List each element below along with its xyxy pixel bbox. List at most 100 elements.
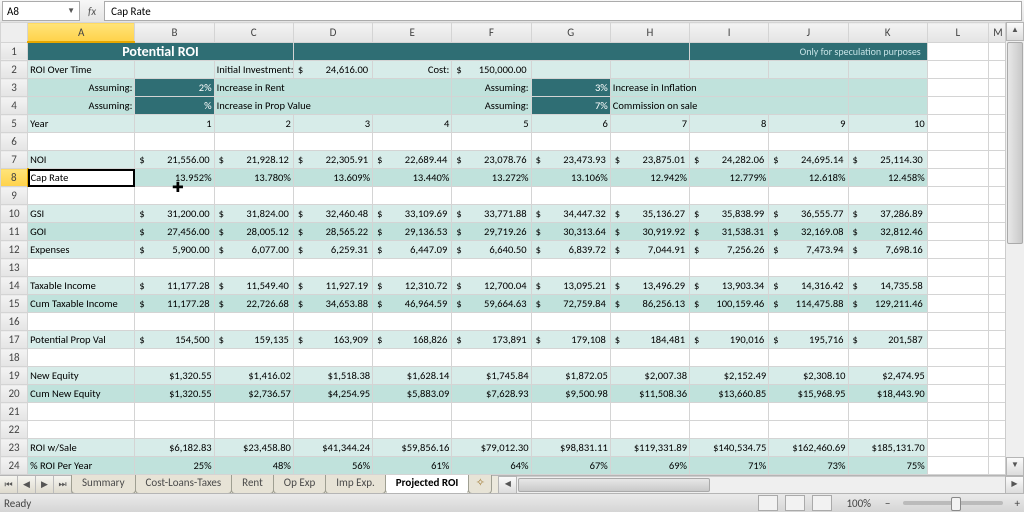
data-cell[interactable]: $32,812.46 xyxy=(848,223,927,241)
data-cell[interactable]: $6,447.09 xyxy=(373,241,452,259)
view-break-button[interactable] xyxy=(812,495,832,511)
assuming-value[interactable]: % xyxy=(135,97,214,115)
data-cell[interactable]: $25,114.30 xyxy=(848,151,927,169)
data-cell[interactable]: 13.106% xyxy=(531,169,610,187)
year-value[interactable]: 9 xyxy=(769,115,848,133)
row-label[interactable]: NOI xyxy=(28,151,135,169)
data-cell[interactable]: $2,736.57 xyxy=(214,385,293,403)
zoom-out-button[interactable]: − xyxy=(885,497,890,510)
assuming-label[interactable]: Assuming: xyxy=(452,79,531,97)
year-value[interactable]: 3 xyxy=(293,115,372,133)
row-header[interactable]: 7 xyxy=(1,151,28,169)
row-label[interactable]: ROI w/Sale xyxy=(28,439,135,457)
initial-investment-value[interactable]: $24,616.00 xyxy=(293,61,372,79)
row-header[interactable]: 10 xyxy=(1,205,28,223)
data-cell[interactable]: $1,320.55 xyxy=(135,367,214,385)
year-value[interactable]: 7 xyxy=(610,115,689,133)
data-cell[interactable]: $13,496.29 xyxy=(610,277,689,295)
horizontal-scroll-thumb[interactable] xyxy=(518,478,710,492)
tab-first-button[interactable]: ⏮ xyxy=(0,476,18,494)
data-cell[interactable]: $32,460.48 xyxy=(293,205,372,223)
data-cell[interactable]: 13.952% xyxy=(135,169,214,187)
scroll-left-button[interactable]: ◀ xyxy=(498,476,517,494)
data-cell[interactable]: $6,640.50 xyxy=(452,241,531,259)
data-cell[interactable]: $129,211.46 xyxy=(848,295,927,313)
data-cell[interactable]: $140,534.75 xyxy=(690,439,769,457)
chevron-down-icon[interactable]: ▼ xyxy=(67,6,75,16)
data-cell[interactable]: $190,016 xyxy=(690,331,769,349)
data-cell[interactable]: $179,108 xyxy=(531,331,610,349)
year-value[interactable]: 8 xyxy=(690,115,769,133)
column-header[interactable]: F xyxy=(452,23,531,43)
data-cell[interactable]: $34,653.88 xyxy=(293,295,372,313)
data-cell[interactable]: $23,078.76 xyxy=(452,151,531,169)
data-cell[interactable]: $11,549.40 xyxy=(214,277,293,295)
vertical-scroll-thumb[interactable] xyxy=(1007,42,1023,244)
zoom-slider-knob[interactable] xyxy=(951,497,961,511)
data-cell[interactable]: $4,254.95 xyxy=(293,385,372,403)
data-cell[interactable]: $168,826 xyxy=(373,331,452,349)
assuming-value[interactable]: 7% xyxy=(531,97,610,115)
row-label[interactable]: GSI xyxy=(28,205,135,223)
data-cell[interactable]: $72,759.84 xyxy=(531,295,610,313)
data-cell[interactable]: $23,875.01 xyxy=(610,151,689,169)
formula-bar[interactable]: Cap Rate xyxy=(104,1,1022,21)
data-cell[interactable]: $37,286.89 xyxy=(848,205,927,223)
view-layout-button[interactable] xyxy=(785,495,805,511)
row-label[interactable]: Expenses xyxy=(28,241,135,259)
data-cell[interactable]: $2,308.10 xyxy=(769,367,848,385)
data-cell[interactable]: $59,856.16 xyxy=(373,439,452,457)
data-cell[interactable]: $29,719.26 xyxy=(452,223,531,241)
data-cell[interactable]: $1,872.05 xyxy=(531,367,610,385)
data-cell[interactable]: $162,460.69 xyxy=(769,439,848,457)
data-cell[interactable]: $33,771.88 xyxy=(452,205,531,223)
zoom-slider[interactable] xyxy=(903,501,1003,505)
year-value[interactable]: 5 xyxy=(452,115,531,133)
cost-value[interactable]: $150,000.00 xyxy=(452,61,531,79)
column-header[interactable]: B xyxy=(135,23,214,43)
data-cell[interactable]: $24,695.14 xyxy=(769,151,848,169)
data-cell[interactable]: $32,169.08 xyxy=(769,223,848,241)
data-cell[interactable]: 75% xyxy=(848,457,927,475)
initial-investment-label[interactable]: Initial Investment: xyxy=(214,61,293,79)
data-cell[interactable]: $7,044.91 xyxy=(610,241,689,259)
data-cell[interactable]: 12.458% xyxy=(848,169,927,187)
row-label[interactable]: Potential Prop Val xyxy=(28,331,135,349)
title-left[interactable]: Potential ROI xyxy=(28,42,294,61)
sheet-tab[interactable]: Cost-Loans-Taxes xyxy=(135,475,233,494)
tab-last-button[interactable]: ⏭ xyxy=(54,476,72,494)
year-value[interactable]: 6 xyxy=(531,115,610,133)
data-cell[interactable]: $201,587 xyxy=(848,331,927,349)
data-cell[interactable]: $15,968.95 xyxy=(769,385,848,403)
row-header[interactable]: 12 xyxy=(1,241,28,259)
data-cell[interactable]: $114,475.88 xyxy=(769,295,848,313)
row-header[interactable]: 20 xyxy=(1,385,28,403)
assuming-desc[interactable]: Increase in Rent xyxy=(214,79,452,97)
row-header[interactable]: 17 xyxy=(1,331,28,349)
assuming-desc[interactable]: Increase in Prop Value xyxy=(214,97,452,115)
assuming-label[interactable]: Assuming: xyxy=(28,79,135,97)
data-cell[interactable]: $6,182.83 xyxy=(135,439,214,457)
data-cell[interactable]: 12.942% xyxy=(610,169,689,187)
data-cell[interactable]: $1,320.55 xyxy=(135,385,214,403)
sheet-tab[interactable]: Imp Exp. xyxy=(325,475,386,494)
column-header[interactable]: L xyxy=(927,23,988,43)
data-cell[interactable]: 12.779% xyxy=(690,169,769,187)
data-cell[interactable]: $13,095.21 xyxy=(531,277,610,295)
year-value[interactable]: 4 xyxy=(373,115,452,133)
data-cell[interactable]: $119,331.89 xyxy=(610,439,689,457)
row-header[interactable]: 6 xyxy=(1,133,28,151)
column-header[interactable]: I xyxy=(690,23,769,43)
data-cell[interactable]: $184,481 xyxy=(610,331,689,349)
data-cell[interactable]: $22,726.68 xyxy=(214,295,293,313)
data-cell[interactable]: $11,177.28 xyxy=(135,295,214,313)
assuming-value[interactable]: 2% xyxy=(135,79,214,97)
data-cell[interactable]: $173,891 xyxy=(452,331,531,349)
column-header[interactable]: M xyxy=(988,23,1006,43)
column-header[interactable]: K xyxy=(848,23,927,43)
scroll-up-button[interactable]: ▲ xyxy=(1006,22,1024,41)
sheet-tab[interactable]: Projected ROI xyxy=(385,475,470,494)
year-value[interactable]: 2 xyxy=(214,115,293,133)
row-header[interactable]: 3 xyxy=(1,79,28,97)
data-cell[interactable]: $24,282.06 xyxy=(690,151,769,169)
